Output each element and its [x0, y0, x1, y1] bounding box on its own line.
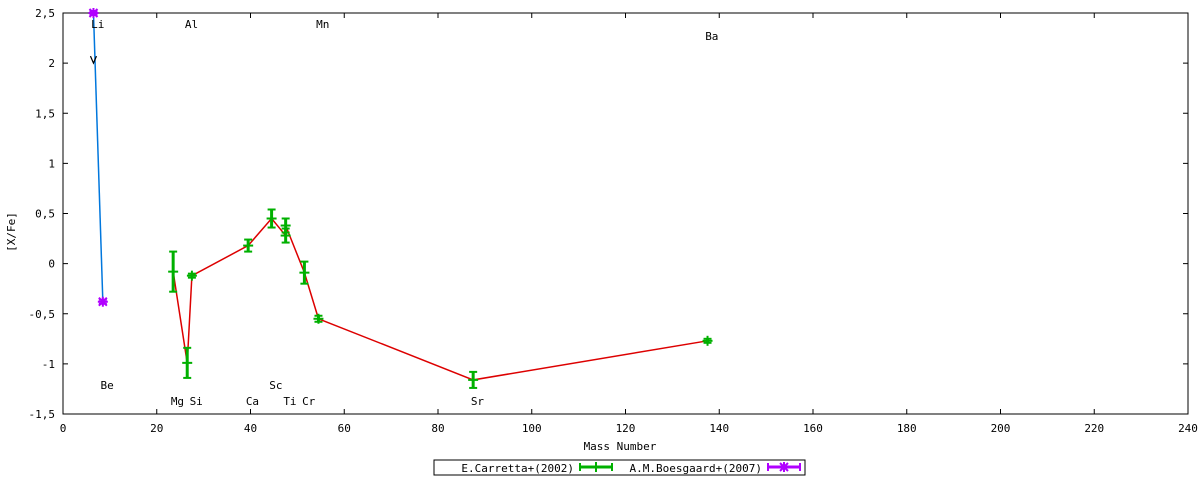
element-label-si: Si [190, 395, 203, 408]
x-tick-label: 80 [431, 422, 444, 435]
element-label-mg: Mg [171, 395, 184, 408]
data-point [168, 250, 179, 293]
x-tick-label: 140 [709, 422, 729, 435]
y-tick-label: 0,5 [35, 208, 55, 221]
y-tick-label: 0 [48, 258, 55, 271]
legend-label-carretta: E.Carretta+(2002) [461, 462, 574, 475]
x-tick-label: 20 [150, 422, 163, 435]
x-tick-label: 0 [60, 422, 67, 435]
series-lines [92, 12, 708, 381]
data-point [702, 335, 713, 346]
series-line-0 [172, 217, 708, 381]
data-point [88, 8, 99, 18]
x-tick-label: 60 [338, 422, 351, 435]
element-label-ba: Ba [705, 30, 718, 43]
data-point [97, 296, 108, 307]
data-point [266, 208, 277, 229]
data-point [186, 270, 197, 281]
x-tick-label: 160 [803, 422, 823, 435]
series-line-1 [92, 12, 104, 302]
element-label-al: Al [185, 18, 198, 31]
y-tick-label: -1,5 [29, 408, 56, 421]
element-label-be: Be [101, 379, 114, 392]
axis-ticks: 0 20 40 60 80 100 120 140 160 180 200 220 240-1,5-1-… [29, 7, 1198, 435]
y-tick-label: -0,5 [29, 308, 56, 321]
y-tick-label: 1,5 [35, 107, 55, 120]
x-tick-label: 100 [522, 422, 542, 435]
x-tick-label: 40 [244, 422, 257, 435]
element-label-sc: Sc [269, 379, 282, 392]
element-label-ca: Ca [246, 395, 259, 408]
legend: E.Carretta+(2002) A.M.Boesgaard+(2007) [433, 459, 806, 476]
chart: 0 20 40 60 80 100 120 140 160 180 200 220 240-1,5-1-… [5, 7, 1198, 476]
x-tick-label: 200 [991, 422, 1011, 435]
data-point [468, 370, 479, 389]
element-label-sr: Sr [471, 395, 485, 408]
element-label-ti: Ti [283, 395, 296, 408]
element-label-mn: Mn [316, 18, 329, 31]
legend-label-boesgaard: A.M.Boesgaard+(2007) [630, 462, 762, 475]
element-label-li: Li [91, 18, 104, 31]
y-tick-label: -1 [42, 358, 55, 371]
y-tick-label: 1 [48, 157, 55, 170]
data-point [182, 346, 193, 379]
y-tick-label: 2,5 [35, 7, 55, 20]
x-tick-label: 180 [897, 422, 917, 435]
element-label-cr: Cr [302, 395, 316, 408]
x-tick-label: 240 [1178, 422, 1198, 435]
x-axis-label: Mass Number [584, 440, 657, 453]
y-tick-label: 2 [48, 57, 55, 70]
y-axis-label: [X/Fe] [5, 212, 18, 252]
x-tick-label: 220 [1084, 422, 1104, 435]
x-tick-label: 120 [616, 422, 636, 435]
data-point [313, 313, 324, 324]
